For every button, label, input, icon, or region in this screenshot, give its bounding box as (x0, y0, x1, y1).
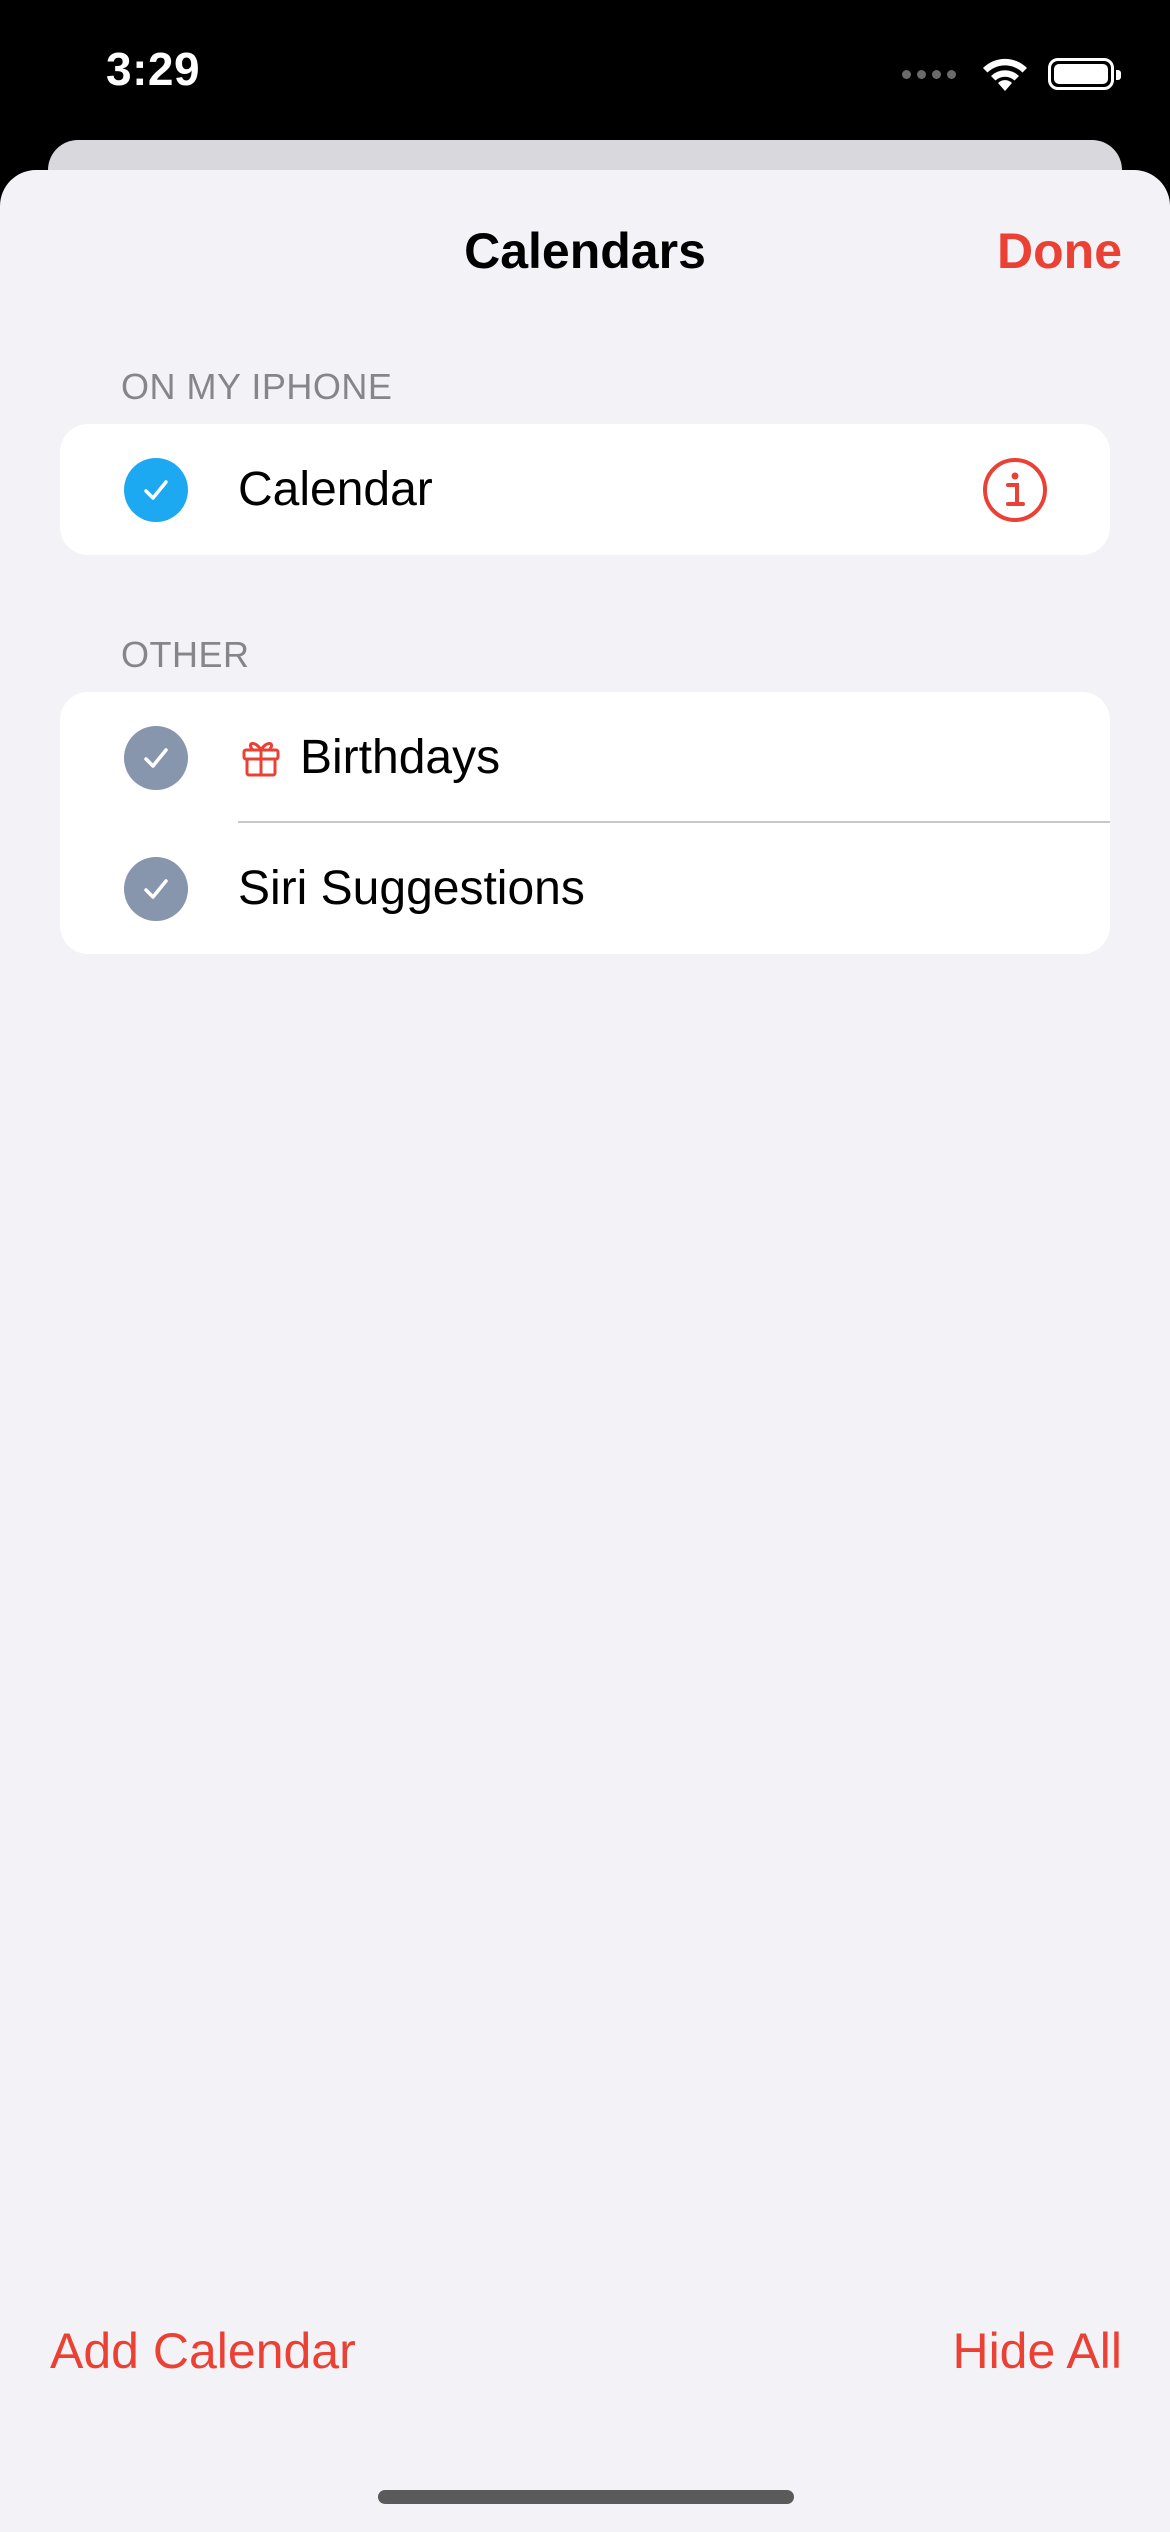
checkmark-icon[interactable] (124, 458, 188, 522)
status-bar: 3:29 (0, 0, 1170, 150)
cellular-dots-icon (902, 69, 956, 79)
home-indicator[interactable] (378, 2490, 794, 2504)
calendar-row-birthdays[interactable]: Birthdays (60, 692, 1110, 823)
page-title: Calendars (464, 223, 706, 279)
info-icon[interactable] (982, 457, 1048, 523)
battery-icon (1048, 58, 1121, 90)
section-header-other: OTHER (121, 634, 250, 675)
group-on-my-iphone: Calendar (60, 424, 1110, 555)
calendars-sheet: Calendars Done ON MY IPHONE Calendar OTH… (0, 170, 1170, 2532)
siri-suggestions-label: Siri Suggestions (238, 862, 585, 915)
section-header-on-my-iphone: ON MY IPHONE (121, 366, 393, 407)
screen: 3:29 Calendars Done ON MY IPHONE Calenda… (0, 0, 1170, 2532)
done-button[interactable]: Done (997, 222, 1122, 280)
add-calendar-button[interactable]: Add Calendar (50, 2322, 356, 2380)
calendar-label: Calendar (238, 463, 433, 516)
calendar-row-calendar[interactable]: Calendar (60, 424, 1110, 555)
birthdays-label: Birthdays (300, 731, 501, 784)
checkmark-icon[interactable] (124, 857, 188, 921)
status-time: 3:29 (106, 43, 201, 95)
group-other: Birthdays Siri Suggestions (60, 692, 1110, 954)
gift-icon (242, 742, 280, 777)
checkmark-icon[interactable] (124, 726, 188, 790)
calendar-row-siri-suggestions[interactable]: Siri Suggestions (60, 823, 1110, 954)
status-icons (902, 52, 1121, 96)
hide-all-button[interactable]: Hide All (952, 2322, 1122, 2380)
wifi-icon (983, 58, 1027, 91)
